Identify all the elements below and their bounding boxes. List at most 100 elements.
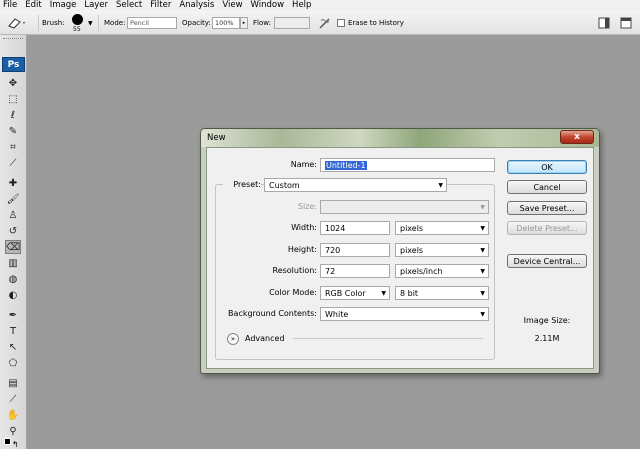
delete-preset-button[interactable]: Delete Preset... [507, 221, 587, 235]
size-select[interactable]: ▼ [320, 200, 489, 214]
menu-window[interactable]: Window [248, 0, 290, 11]
preset-label: Preset: [223, 180, 261, 189]
mode-select[interactable]: Pencil [127, 17, 177, 29]
dodge-tool-icon[interactable]: ◐ [5, 288, 21, 302]
pen-tool-icon[interactable]: ✒ [5, 308, 21, 322]
close-button[interactable]: x [560, 130, 594, 144]
width-unit: pixels [400, 223, 424, 233]
erase-history-checkbox[interactable] [337, 19, 345, 27]
type-tool-icon[interactable]: T [5, 324, 21, 338]
resolution-unit-select[interactable]: pixels/inch ▼ [395, 264, 489, 278]
lasso-tool-icon[interactable]: ℓ [5, 108, 21, 122]
height-unit-select[interactable]: pixels ▼ [395, 243, 489, 257]
menu-bar: File Edit Image Layer Select Filter Analysis Vi… [0, 0, 640, 11]
menu-image[interactable]: Image [47, 0, 82, 11]
brush-label: Brush: [42, 19, 65, 27]
resolution-unit: pixels/inch [400, 266, 443, 276]
chevron-down-icon: ▼ [480, 247, 485, 254]
crop-tool-icon[interactable]: ⌗ [5, 140, 21, 154]
erase-history-label: Erase to History [348, 19, 404, 27]
menu-file[interactable]: File [0, 0, 22, 11]
menu-layer[interactable]: Layer [81, 0, 113, 11]
color-swatches[interactable]: ↰ [4, 438, 22, 449]
gradient-tool-icon[interactable]: ▥ [5, 256, 21, 270]
device-central-button[interactable]: Device Central... [507, 254, 587, 268]
name-label: Name: [290, 160, 317, 169]
width-label: Width: [291, 223, 317, 232]
panel-menu-icon[interactable] [620, 11, 632, 35]
height-input[interactable]: 720 [320, 243, 390, 257]
chevron-down-icon: ▼ [480, 204, 485, 211]
quick-select-tool-icon[interactable]: ✎ [5, 124, 21, 138]
marquee-tool-icon[interactable]: ⬚ [5, 92, 21, 106]
image-size-label: Image Size: [523, 316, 571, 325]
height-label: Height: [287, 245, 317, 254]
background-contents-value: White [325, 309, 349, 319]
save-preset-button[interactable]: Save Preset... [507, 201, 587, 215]
shape-tool-icon[interactable]: ⬠ [5, 356, 21, 370]
new-document-dialog: New x Name: Untitled-1 Preset: Custom ▼ S… [200, 128, 600, 374]
menu-filter[interactable]: Filter [147, 0, 176, 11]
eyedropper-tool-icon[interactable]: ⟋ [5, 156, 21, 170]
menu-help[interactable]: Help [289, 0, 316, 11]
advanced-toggle-icon[interactable]: » [227, 333, 239, 345]
color-mode-value: RGB Color [325, 288, 366, 298]
background-contents-select[interactable]: White ▼ [320, 307, 489, 321]
image-size-value: 2.11M [534, 334, 560, 343]
preset-select[interactable]: Custom ▼ [264, 178, 447, 192]
name-input[interactable]: Untitled-1 [320, 158, 495, 172]
move-tool-icon[interactable]: ✥ [5, 76, 21, 90]
brush-preview[interactable]: 55 ▼ [70, 11, 93, 35]
menu-view[interactable]: View [219, 0, 247, 11]
color-mode-label: Color Mode: [269, 288, 317, 297]
mode-label: Mode: [104, 19, 126, 27]
width-unit-select[interactable]: pixels ▼ [395, 221, 489, 235]
blur-tool-icon[interactable]: ◍ [5, 272, 21, 286]
advanced-label[interactable]: Advanced [245, 334, 285, 343]
chevron-down-icon: ▼ [381, 290, 386, 297]
hand-tool-icon[interactable]: ✋ [5, 408, 21, 422]
dialog-title-bar[interactable]: New x [201, 129, 599, 147]
eraser-tool-icon[interactable]: ⌫ [5, 240, 21, 254]
opacity-input[interactable]: 100% [212, 17, 240, 29]
menu-analysis[interactable]: Analysis [176, 0, 219, 11]
advanced-divider [293, 338, 483, 339]
path-select-tool-icon[interactable]: ↖ [5, 340, 21, 354]
color-mode-select[interactable]: RGB Color ▼ [320, 286, 390, 300]
workspace-icon[interactable] [598, 11, 610, 35]
clone-stamp-tool-icon[interactable]: ♙ [5, 208, 21, 222]
chevron-down-icon: ▼ [480, 311, 485, 318]
height-value: 720 [325, 245, 341, 255]
notes-tool-icon[interactable]: ▤ [5, 376, 21, 390]
chevron-down-icon: ▼ [480, 268, 485, 275]
bit-depth-select[interactable]: 8 bit ▼ [395, 286, 489, 300]
ps-logo: Ps [2, 57, 25, 72]
toolbox: Ps ✥ ⬚ ℓ ✎ ⌗ ⟋ ✚ 🖌 ♙ ↺ ⌫ ▥ ◍ ◐ ✒ T ↖ ⬠ ▤ ⟋ ✋ ⚲ ↰ [0, 35, 27, 449]
ok-button[interactable]: OK [507, 160, 587, 174]
eyedropper-3d-tool-icon[interactable]: ⟋ [5, 392, 21, 406]
opacity-slider-arrow-icon[interactable]: ▸ [240, 17, 248, 29]
airbrush-icon[interactable] [318, 11, 332, 35]
width-input[interactable]: 1024 [320, 221, 390, 235]
background-contents-label: Background Contents: [228, 309, 317, 318]
chevron-down-icon[interactable]: ▼ [88, 20, 93, 27]
chevron-down-icon: ▼ [480, 225, 485, 232]
history-brush-tool-icon[interactable]: ↺ [5, 224, 21, 238]
chevron-down-icon: ▼ [438, 182, 443, 189]
healing-brush-tool-icon[interactable]: ✚ [5, 176, 21, 190]
cancel-button[interactable]: Cancel [507, 180, 587, 194]
zoom-tool-icon[interactable]: ⚲ [5, 424, 21, 438]
resolution-input[interactable]: 72 [320, 264, 390, 278]
chevron-down-icon: ▼ [480, 290, 485, 297]
resolution-label: Resolution: [272, 266, 318, 275]
opacity-label: Opacity: [182, 19, 211, 27]
flow-label: Flow: [253, 19, 271, 27]
menu-select[interactable]: Select [113, 0, 147, 11]
flow-input[interactable] [274, 17, 310, 29]
bit-depth-value: 8 bit [400, 288, 419, 298]
brush-tool-icon[interactable]: 🖌 [5, 192, 21, 206]
dialog-title: New [207, 133, 226, 143]
eraser-preset-icon[interactable] [6, 11, 26, 35]
menu-edit[interactable]: Edit [22, 0, 46, 11]
preset-value: Custom [269, 180, 300, 190]
